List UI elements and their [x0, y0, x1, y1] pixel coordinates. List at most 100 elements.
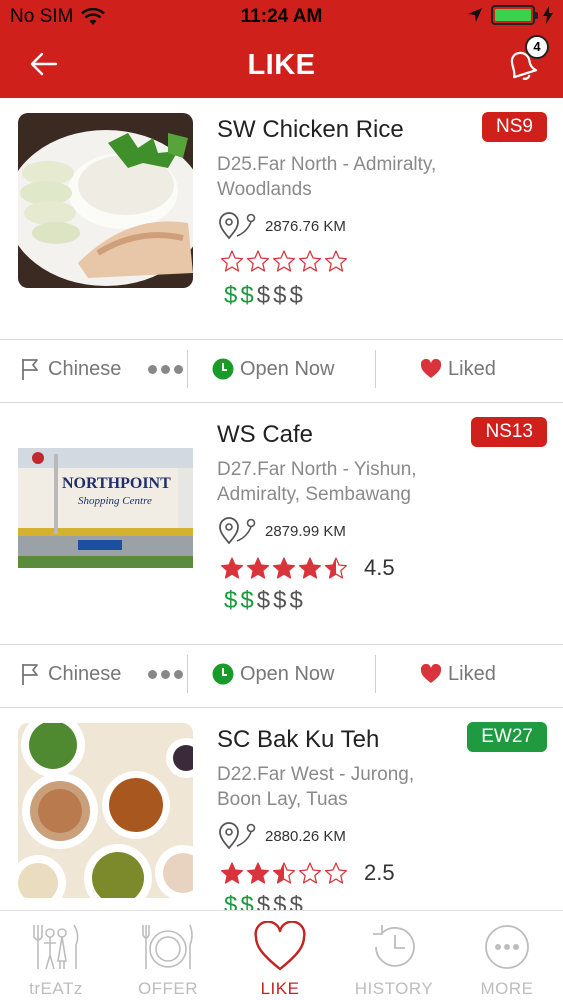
open-status-label: Open Now: [240, 662, 335, 685]
star-icon: [220, 862, 244, 884]
liked-button[interactable]: Liked: [420, 645, 496, 703]
restaurant-card[interactable]: SW Chicken Rice NS9 D25.Far North - Admi…: [0, 98, 563, 403]
status-bar: No SIM 11:24 AM: [0, 0, 563, 32]
map-pin-icon: [219, 212, 256, 240]
distance-row: 2880.26 KM: [217, 822, 346, 850]
distance-row: 2879.99 KM: [217, 517, 346, 545]
liked-restaurant-list: SW Chicken Rice NS9 D25.Far North - Admi…: [0, 98, 563, 910]
price-level: $$$$$: [224, 587, 306, 615]
price-symbol: $: [256, 892, 274, 910]
star-icon: [246, 862, 270, 884]
clock-icon: [212, 663, 234, 685]
tab-label: LIKE: [260, 979, 300, 998]
distance-label: 2880.26 KM: [265, 827, 346, 845]
restaurant-card[interactable]: NORTHPOINT Shopping Centre WS Cafe NS13 …: [0, 403, 563, 708]
action-bar: Chinese Open Now Liked: [0, 644, 563, 702]
star-icon: [220, 557, 244, 579]
liked-label: Liked: [448, 662, 496, 685]
star-icon: [324, 250, 348, 272]
restaurant-name: WS Cafe: [217, 421, 314, 448]
mrt-station-badge: NS13: [471, 417, 547, 447]
tab-offer[interactable]: OFFER: [112, 917, 224, 1000]
map-pin-icon: [219, 822, 256, 850]
page-title: LIKE: [247, 49, 316, 81]
northpoint-mall-photo: NORTHPOINT Shopping Centre: [18, 418, 193, 593]
more-dots-icon[interactable]: [148, 365, 183, 374]
star-icon: [324, 862, 348, 884]
price-symbol: $: [273, 892, 290, 910]
rating-value: 2.5: [364, 860, 395, 885]
restaurant-name: SW Chicken Rice: [217, 116, 404, 143]
flag-icon: [22, 664, 38, 685]
cuisine-tag[interactable]: Chinese: [20, 645, 121, 703]
charging-bolt-icon: [543, 6, 553, 24]
star-icon: [272, 250, 296, 272]
heart-icon: [254, 921, 306, 971]
open-status: Open Now: [212, 340, 335, 398]
rating-value: 4.5: [364, 555, 395, 580]
price-symbol: $: [224, 282, 241, 309]
price-symbol: $: [240, 282, 257, 309]
action-bar: Chinese Open Now Liked: [0, 339, 563, 397]
tab-history[interactable]: HISTORY: [338, 917, 450, 1000]
tab-label: MORE: [480, 979, 534, 998]
tab-label: OFFER: [137, 979, 199, 998]
price-symbol: $: [289, 892, 306, 910]
bak-ku-teh-photo: [18, 723, 193, 898]
open-status-label: Open Now: [240, 357, 335, 380]
price-symbol: $: [256, 587, 274, 614]
star-rating: 2.5: [220, 860, 395, 886]
price-symbol: $: [224, 892, 241, 910]
cuisine-tag[interactable]: Chinese: [20, 340, 121, 398]
location-arrow-icon: [468, 8, 482, 22]
price-symbol: $: [240, 587, 257, 614]
tab-treatz[interactable]: trEATz: [0, 917, 112, 1000]
star-rating: 4.5: [220, 555, 395, 581]
cutlery-figures-icon: [33, 924, 79, 970]
tab-like[interactable]: LIKE: [224, 917, 336, 1000]
svg-text:Shopping Centre: Shopping Centre: [78, 495, 152, 507]
plate-fork-knife-icon: [142, 924, 193, 969]
price-symbol: $: [289, 587, 306, 614]
star-icon: [246, 250, 270, 272]
restaurant-address: D22.Far West - Jurong, Boon Lay, Tuas: [217, 764, 415, 810]
restaurant-address: D25.Far North - Admiralty, Woodlands: [217, 154, 437, 200]
mrt-station-badge: EW27: [467, 722, 547, 752]
chicken-rice-photo: [18, 113, 193, 288]
restaurant-card[interactable]: SC Bak Ku Teh EW27 D22.Far West - Jurong…: [0, 708, 563, 910]
price-level: $$$$$: [224, 282, 306, 310]
restaurant-photo[interactable]: [18, 113, 193, 288]
tab-bar: trEATz OFFER LIKE HISTORY MORE: [0, 910, 563, 1000]
mrt-station-badge: NS9: [482, 112, 547, 142]
battery-icon: [491, 5, 538, 25]
price-level: $$$$$: [224, 892, 306, 910]
restaurant-photo[interactable]: NORTHPOINT Shopping Centre: [18, 418, 193, 593]
cuisine-label: Chinese: [48, 357, 122, 380]
distance-label: 2879.99 KM: [265, 522, 346, 540]
liked-label: Liked: [448, 357, 496, 380]
header-bar: LIKE 4: [0, 32, 563, 98]
tab-label: trEATz: [29, 979, 83, 998]
liked-button[interactable]: Liked: [420, 340, 496, 398]
tab-label: HISTORY: [354, 979, 434, 998]
map-pin-icon: [219, 517, 256, 545]
heart-icon: [420, 359, 442, 378]
star-icon: [272, 557, 296, 579]
clock-icon: [212, 358, 234, 380]
flag-icon: [22, 359, 38, 380]
star-icon: [298, 862, 322, 884]
price-symbol: $: [273, 587, 290, 614]
distance-label: 2876.76 KM: [265, 217, 346, 235]
heart-icon: [420, 664, 442, 683]
history-clock-icon: [373, 925, 415, 967]
more-dots-icon[interactable]: [148, 670, 183, 679]
tab-more[interactable]: MORE: [451, 917, 563, 1000]
cuisine-label: Chinese: [48, 662, 122, 685]
price-symbol: $: [289, 282, 306, 309]
open-status: Open Now: [212, 645, 335, 703]
star-icon: [272, 862, 296, 884]
restaurant-address: D27.Far North - Yishun, Admiralty, Semba…: [217, 459, 417, 505]
star-icon: [324, 557, 348, 579]
more-dots-icon: [485, 925, 529, 969]
restaurant-photo[interactable]: [18, 723, 193, 898]
